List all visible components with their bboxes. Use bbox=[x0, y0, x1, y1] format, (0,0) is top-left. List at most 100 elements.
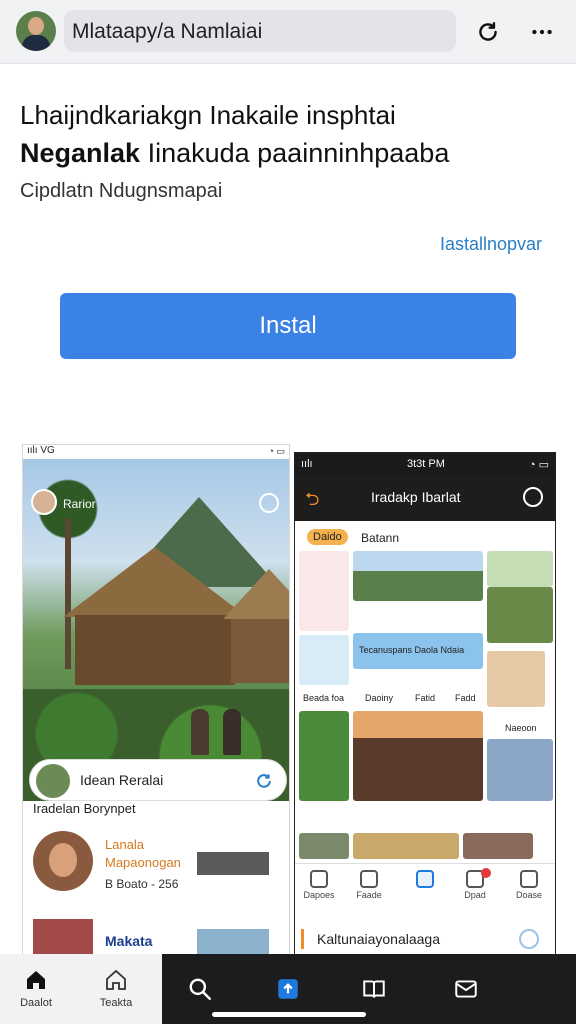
status-time: 3t3t PM bbox=[407, 458, 445, 470]
mail-icon bbox=[455, 980, 477, 998]
list-meta: B Boato - 256 bbox=[105, 877, 179, 891]
preview-screenshot-1[interactable]: ıılı VG ◔ ▭ Rarior Idean Reralai Iradela… bbox=[22, 444, 290, 964]
book-icon bbox=[363, 980, 385, 998]
people-thumb bbox=[353, 833, 459, 859]
cell-caption: Daoiny bbox=[365, 693, 394, 703]
mountain-thumb bbox=[299, 635, 349, 685]
app-title-rest: Iinakuda paainninhpaaba bbox=[140, 138, 450, 168]
nav-item-upload bbox=[405, 870, 445, 890]
people-thumb bbox=[299, 833, 349, 859]
person-figure bbox=[223, 709, 241, 755]
top-bar: Mlataapy/a Namlaiai bbox=[0, 0, 576, 64]
nav-item-library[interactable] bbox=[344, 976, 404, 1005]
list-avatar bbox=[33, 831, 93, 891]
reload-icon[interactable] bbox=[472, 16, 504, 48]
house2-roof bbox=[223, 569, 289, 619]
nav-label: Dpad bbox=[464, 890, 486, 900]
list-thumbnail bbox=[33, 919, 93, 955]
battery-icon: ◔ ▭ bbox=[528, 459, 549, 471]
people-thumb bbox=[463, 833, 533, 859]
url-box[interactable]: Mlataapy/a Namlaiai bbox=[64, 10, 456, 52]
banner-caption: Tecanuspans Daola Ndaia bbox=[359, 645, 465, 655]
avatar-suit bbox=[22, 35, 50, 51]
list-label: Makata bbox=[105, 933, 153, 949]
refresh-icon bbox=[259, 493, 279, 513]
back-arrow-icon: ⮌ bbox=[305, 489, 320, 509]
app-title-line1: Lhaijndkariakgn Inakaile insphtai bbox=[20, 100, 396, 130]
house-roof bbox=[63, 547, 247, 617]
mountain-thumb bbox=[353, 551, 483, 601]
nav-label: Teakta bbox=[99, 997, 133, 1009]
more-icon[interactable] bbox=[526, 16, 558, 48]
accent-bar bbox=[301, 929, 304, 949]
section-title: Iradelan Borynpet bbox=[33, 801, 136, 816]
s2-tag: Daido bbox=[307, 529, 348, 545]
nav-item-home: Dapoes bbox=[299, 870, 339, 900]
refresh-icon bbox=[523, 487, 543, 507]
upload-icon bbox=[416, 870, 434, 888]
list-subtitle: Mapaonogan bbox=[105, 855, 181, 870]
profile-name: Rarior bbox=[63, 497, 96, 511]
nav-item-search[interactable] bbox=[170, 976, 230, 1005]
install-link[interactable]: Iastallnopvar bbox=[440, 234, 542, 255]
search-icon bbox=[189, 978, 211, 1000]
house2-body bbox=[231, 619, 289, 683]
nav-label: Dapoes bbox=[303, 890, 335, 900]
cell-caption: Fadd bbox=[455, 693, 476, 703]
people-thumb bbox=[487, 551, 553, 587]
nav-label: Doase bbox=[515, 890, 542, 900]
app-title-line2: Neganlak Iinakuda paainninhpaaba bbox=[20, 138, 449, 169]
nav-item-today[interactable]: Teakta bbox=[86, 968, 146, 1009]
sync-icon bbox=[257, 774, 271, 788]
nav-item-upload[interactable] bbox=[258, 976, 318, 1005]
status-signal: ıılı VG bbox=[27, 445, 55, 456]
nav-item-search: Faade bbox=[349, 870, 389, 900]
agave-thumb bbox=[299, 711, 349, 801]
cell-caption: Naeoon bbox=[505, 723, 537, 733]
loading-ring-icon bbox=[519, 929, 539, 949]
status-bar: ıılı 3t3t PM ◔ ▭ bbox=[295, 453, 555, 475]
app-store-page: Mlataapy/a Namlaiai Lhaijndkariakgn Inak… bbox=[0, 0, 576, 1024]
search-icon bbox=[360, 870, 378, 888]
list-thumbnail bbox=[197, 837, 269, 875]
avatar-face bbox=[28, 17, 44, 35]
s2-footer-title: Kaltunaiayonalaaga bbox=[317, 931, 440, 947]
s2-bottom-nav: Dapoes Faade Dpad Doase bbox=[295, 863, 555, 909]
status-bar: ıılı VG ◔ ▭ bbox=[23, 445, 289, 459]
pill-label: Idean Reralai bbox=[80, 772, 164, 788]
install-button[interactable]: Instal bbox=[60, 293, 516, 359]
s2-title: Iradakp Ibarlat bbox=[371, 489, 461, 505]
upload-icon bbox=[278, 979, 298, 999]
heart-cell bbox=[299, 551, 349, 631]
nav-item-home[interactable]: Daalot bbox=[6, 968, 66, 1009]
nav-item-inbox[interactable] bbox=[436, 976, 496, 1005]
avatar[interactable] bbox=[16, 11, 56, 51]
house-body bbox=[75, 615, 235, 685]
home-outline-icon bbox=[106, 969, 126, 990]
home-indicator bbox=[212, 1012, 366, 1017]
s2-tag-name: Batann bbox=[361, 531, 400, 545]
person-thumb bbox=[487, 651, 545, 707]
wifi-icon: ◔ ▭ bbox=[268, 446, 285, 456]
notification-badge bbox=[481, 868, 491, 878]
nav-label: Daalot bbox=[20, 997, 52, 1009]
pill-avatar bbox=[36, 764, 70, 798]
home-icon bbox=[27, 971, 45, 989]
nav-label: Faade bbox=[356, 890, 382, 900]
preview-screenshot-2[interactable]: ıılı 3t3t PM ◔ ▭ ⮌ Iradakp Ibarlat Daido… bbox=[294, 452, 556, 960]
profile-avatar bbox=[31, 489, 57, 515]
nav-item-profile: Doase bbox=[509, 870, 549, 900]
app-subtitle: Cipdlatn Ndugnsmapai bbox=[20, 180, 223, 202]
nav-item-notifications: Dpad bbox=[455, 868, 495, 900]
profile-pill: Idean Reralai bbox=[29, 759, 287, 801]
couple-thumb bbox=[487, 739, 553, 801]
status-signal: ıılı bbox=[301, 458, 313, 470]
list-item: Lanala Mapaonogan B Boato - 256 bbox=[29, 825, 285, 895]
cell-caption: Beada foa bbox=[303, 693, 345, 703]
person-figure bbox=[191, 709, 209, 755]
s2-header: ⮌ Iradakp Ibarlat bbox=[295, 475, 555, 521]
cell-caption: Fatid bbox=[415, 693, 436, 703]
village-photo: Rarior Idean Reralai bbox=[23, 459, 289, 801]
app-title-bold: Neganlak bbox=[20, 138, 141, 168]
list-name: Lanala bbox=[105, 837, 145, 852]
